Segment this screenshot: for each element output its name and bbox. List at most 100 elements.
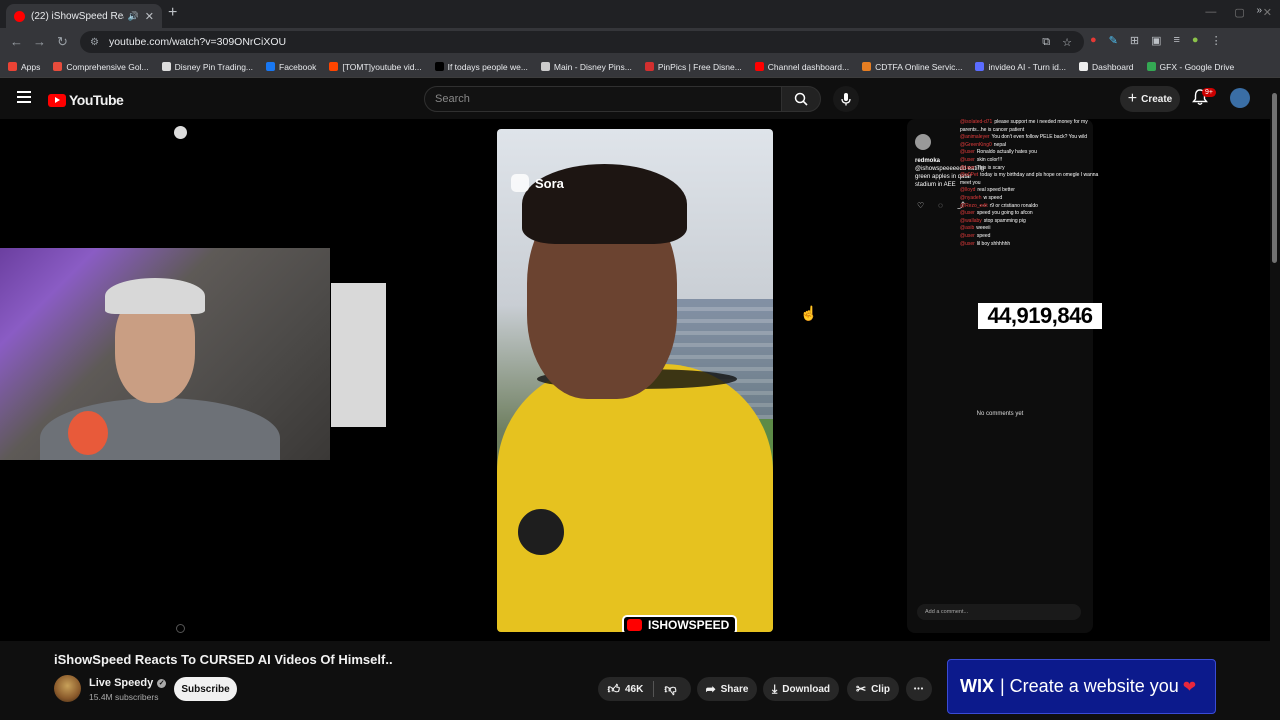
extensions-puzzle-icon[interactable]: ⊞ — [1130, 34, 1139, 47]
tab-title: (22) iShowSpeed Reacts To — [31, 10, 124, 22]
bookmark-item[interactable]: [TOMT]youtube vid... — [329, 61, 422, 72]
chat-text: real speed better — [977, 187, 1015, 194]
bookmark-favicon-icon — [329, 62, 339, 71]
site-info-icon[interactable]: ⚙ — [90, 37, 99, 48]
download-button[interactable]: ⤓ Download — [763, 677, 839, 701]
thumbs-down-icon[interactable]: 👎︎ — [664, 682, 676, 697]
profile-icon[interactable]: ● — [1192, 34, 1199, 47]
bookmark-item[interactable]: GFX - Google Drive — [1146, 62, 1234, 72]
subscribe-button[interactable]: Subscribe — [174, 677, 237, 701]
extensions-area: ● ✎ ⊞ ▣ ≡ ● ⋮ — [1090, 34, 1222, 47]
commenter-avatar — [915, 134, 931, 150]
bookmark-item[interactable]: Main - Disney Pins... — [540, 62, 632, 72]
forward-icon[interactable]: → — [33, 34, 46, 49]
bookmark-item[interactable]: Comprehensive Gol... — [53, 62, 149, 72]
menu-icon[interactable] — [17, 91, 31, 103]
bookmark-item[interactable]: Channel dashboard... — [754, 61, 850, 72]
bookmark-star-icon[interactable]: ☆ — [1062, 36, 1072, 49]
bookmark-item[interactable]: invideo AI - Turn id... — [975, 62, 1066, 72]
bookmark-favicon-icon — [8, 62, 17, 71]
youtube-logo[interactable]: YouTube — [48, 92, 124, 108]
sidebar-icon[interactable]: ▣ — [1151, 34, 1161, 47]
channel-avatar[interactable] — [54, 675, 81, 702]
chat-text: speed you going to afcon — [976, 210, 1033, 217]
speaker-icon[interactable]: 🔊 — [128, 11, 139, 22]
like-count[interactable]: 46K — [625, 684, 643, 695]
chat-message: @Rezo_edit r9 or cristiano ronaldo — [960, 203, 1100, 211]
close-window-icon[interactable]: ✕ — [1263, 6, 1272, 19]
media-icon[interactable]: ≡ — [1174, 34, 1180, 47]
bookmarks-overflow-icon[interactable]: » — [1256, 5, 1262, 16]
chat-message: @a0Pet today is my birthday and pls hope … — [960, 172, 1100, 187]
hand-cursor-icon: ☝ — [800, 305, 818, 321]
video-player[interactable]: Sora ISHOWSPEED ☝ redmoka @ishowspeeeeed… — [0, 119, 1270, 641]
chat-text: You don't even follow PELE back? You wil… — [991, 134, 1088, 141]
wix-ad-banner[interactable]: WIX | Create a website you ❤ — [947, 659, 1216, 714]
bookmark-label: Facebook — [279, 61, 317, 72]
bookmark-item[interactable]: CDTFA Online Servic... — [862, 62, 962, 72]
bookmark-item[interactable]: Disney Pin Trading... — [161, 62, 253, 72]
wix-ad-text: | Create a website you — [1000, 676, 1179, 696]
bookmark-favicon-icon — [975, 62, 985, 71]
channel-name[interactable]: Live Speedy ✓ — [89, 677, 167, 689]
create-label: Create — [1141, 93, 1173, 105]
download-icon: ⤓ — [771, 681, 778, 696]
chat-username: @user — [960, 210, 975, 217]
url-text: youtube.com/watch?v=309ONrCiXOU — [108, 36, 287, 48]
chat-username: @lloyd — [960, 187, 976, 194]
bookmark-favicon-icon — [540, 62, 550, 71]
new-tab-button[interactable]: + — [168, 5, 177, 21]
bookmark-favicon-icon — [434, 62, 444, 71]
subscriber-count: 15.4M subscribers — [89, 692, 159, 702]
bookmark-item[interactable]: PinPics | Free Disne... — [644, 62, 742, 72]
search-button[interactable] — [781, 86, 821, 112]
install-icon[interactable]: ⧉ — [1042, 36, 1050, 49]
clip-button[interactable]: ✂ Clip — [847, 677, 899, 701]
chat-username: @wallaby — [960, 217, 982, 224]
voice-search-button[interactable] — [833, 86, 859, 112]
extension-red-icon[interactable]: ● — [1090, 34, 1097, 47]
bookmark-item[interactable]: If todays people we... — [434, 62, 528, 72]
create-button[interactable]: + Create — [1120, 86, 1180, 112]
like-dislike-group: 👍︎ 46K 👎︎ — [598, 677, 691, 701]
bookmark-item[interactable]: Dashboard — [1078, 62, 1134, 72]
bookmark-item[interactable]: Apps — [8, 62, 40, 72]
chat-message: @nyadeh w speed — [960, 195, 1100, 203]
player-indicator-icon — [176, 624, 185, 633]
window-controls: — ▢ ✕ — [1205, 6, 1272, 19]
yellow-jersey — [497, 364, 773, 632]
close-tab-icon[interactable]: ✕ — [145, 10, 154, 23]
like-icon[interactable]: ♡ — [917, 202, 924, 210]
reload-icon[interactable]: ↻ — [57, 34, 68, 50]
add-comment-input[interactable]: Add a comment... — [917, 604, 1081, 620]
chat-text: speed — [976, 232, 991, 239]
reply-icon[interactable]: ◌ — [938, 202, 943, 210]
browser-tab[interactable]: (22) iShowSpeed Reacts To 🔊 ✕ — [6, 4, 162, 28]
bookmark-label: Channel dashboard... — [767, 61, 850, 72]
notification-count-badge: 9+ — [1202, 88, 1216, 97]
account-avatar[interactable] — [1230, 88, 1250, 108]
chat-text: nepal — [993, 141, 1006, 148]
search-input[interactable]: Search — [424, 86, 782, 112]
browser-menu-icon[interactable]: ⋮ — [1211, 34, 1222, 47]
more-actions-button[interactable]: ••• — [906, 677, 932, 701]
bookmark-item[interactable]: Facebook — [266, 62, 316, 72]
page-scrollbar[interactable] — [1271, 83, 1278, 720]
bookmark-label: [TOMT]youtube vid... — [342, 61, 422, 72]
maximize-icon[interactable]: ▢ — [1234, 6, 1244, 19]
chat-username: @animaleyer — [960, 134, 990, 141]
chat-message: @user This is scary — [960, 165, 1100, 173]
bookmark-favicon-icon — [754, 62, 764, 71]
chat-message: @lloyd real speed better — [960, 187, 1100, 195]
share-button[interactable]: ➦ Share — [697, 677, 757, 701]
bookmark-label: Apps — [21, 61, 41, 72]
scrollbar-thumb[interactable] — [1272, 93, 1277, 263]
channel-tag: ISHOWSPEED — [622, 615, 738, 632]
thumbs-up-icon[interactable]: 👍︎ — [607, 682, 620, 697]
chat-username: @a0Pet — [960, 172, 979, 179]
extension-blue-icon[interactable]: ✎ — [1109, 34, 1118, 47]
back-icon[interactable]: ← — [10, 34, 23, 49]
url-bar[interactable]: ⚙ youtube.com/watch?v=309ONrCiXOU ⧉ ☆ — [80, 31, 1084, 53]
minimize-icon[interactable]: — — [1205, 6, 1216, 19]
shorts-video-frame: Sora ISHOWSPEED — [497, 129, 773, 632]
